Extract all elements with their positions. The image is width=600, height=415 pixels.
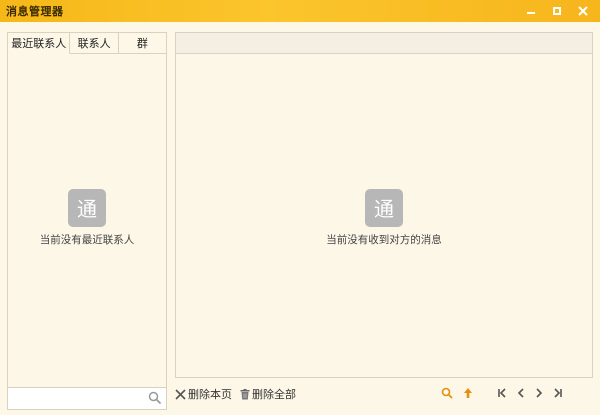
delete-page-button[interactable]: 删除本页	[175, 386, 232, 402]
search-bar	[8, 387, 166, 409]
search-input[interactable]	[8, 388, 138, 408]
empty-state: 通 当前没有收到对方的消息	[176, 189, 592, 247]
app-logo-icon: 通	[68, 189, 106, 227]
logo-glyph: 通	[77, 197, 97, 221]
search-icon	[441, 387, 453, 402]
chevron-right-icon	[535, 387, 543, 401]
first-page-icon	[497, 387, 507, 401]
empty-state: 通 当前没有最近联系人	[8, 189, 166, 247]
previous-page-button[interactable]	[517, 387, 525, 401]
tab-label: 最近联系人	[11, 37, 67, 50]
delete-all-label: 删除全部	[252, 388, 296, 401]
tab-recent-contacts[interactable]: 最近联系人	[8, 33, 71, 54]
empty-message: 当前没有最近联系人	[39, 234, 135, 246]
maximize-button[interactable]	[546, 2, 568, 19]
trash-icon	[240, 388, 250, 400]
tab-groups[interactable]: 群	[119, 33, 166, 53]
next-page-button[interactable]	[535, 387, 543, 401]
delete-all-button[interactable]: 删除全部	[240, 386, 296, 402]
last-page-button[interactable]	[553, 387, 563, 401]
delete-page-label: 删除本页	[188, 388, 232, 401]
contacts-panel: 最近联系人 联系人 群 通 当前没有最近联系人	[7, 32, 167, 410]
maximize-icon	[553, 6, 561, 15]
close-icon	[175, 388, 186, 400]
message-toolbar: 删除本页 删除全部	[175, 384, 593, 404]
empty-message: 当前没有收到对方的消息	[326, 234, 442, 246]
minimize-button[interactable]	[520, 2, 542, 19]
message-panel: 通 当前没有收到对方的消息	[175, 32, 593, 378]
window-controls	[520, 2, 594, 19]
close-button[interactable]	[572, 2, 594, 19]
message-panel-header	[176, 33, 592, 54]
tab-contacts[interactable]: 联系人	[70, 33, 119, 53]
search-messages-button[interactable]	[441, 387, 453, 402]
search-icon[interactable]	[148, 391, 162, 408]
contact-tabs: 最近联系人 联系人 群	[8, 33, 166, 54]
logo-glyph: 通	[374, 197, 394, 221]
title-bar: 消息管理器	[0, 0, 600, 22]
minimize-icon	[527, 7, 535, 14]
arrow-up-icon	[463, 387, 473, 402]
window-title: 消息管理器	[6, 5, 64, 18]
chevron-left-icon	[517, 387, 525, 401]
upload-button[interactable]	[463, 387, 473, 402]
first-page-button[interactable]	[497, 387, 507, 401]
tab-label: 群	[136, 37, 148, 50]
tab-label: 联系人	[77, 37, 111, 50]
last-page-icon	[553, 387, 563, 401]
close-icon	[578, 5, 588, 16]
app-logo-icon: 通	[365, 189, 403, 227]
